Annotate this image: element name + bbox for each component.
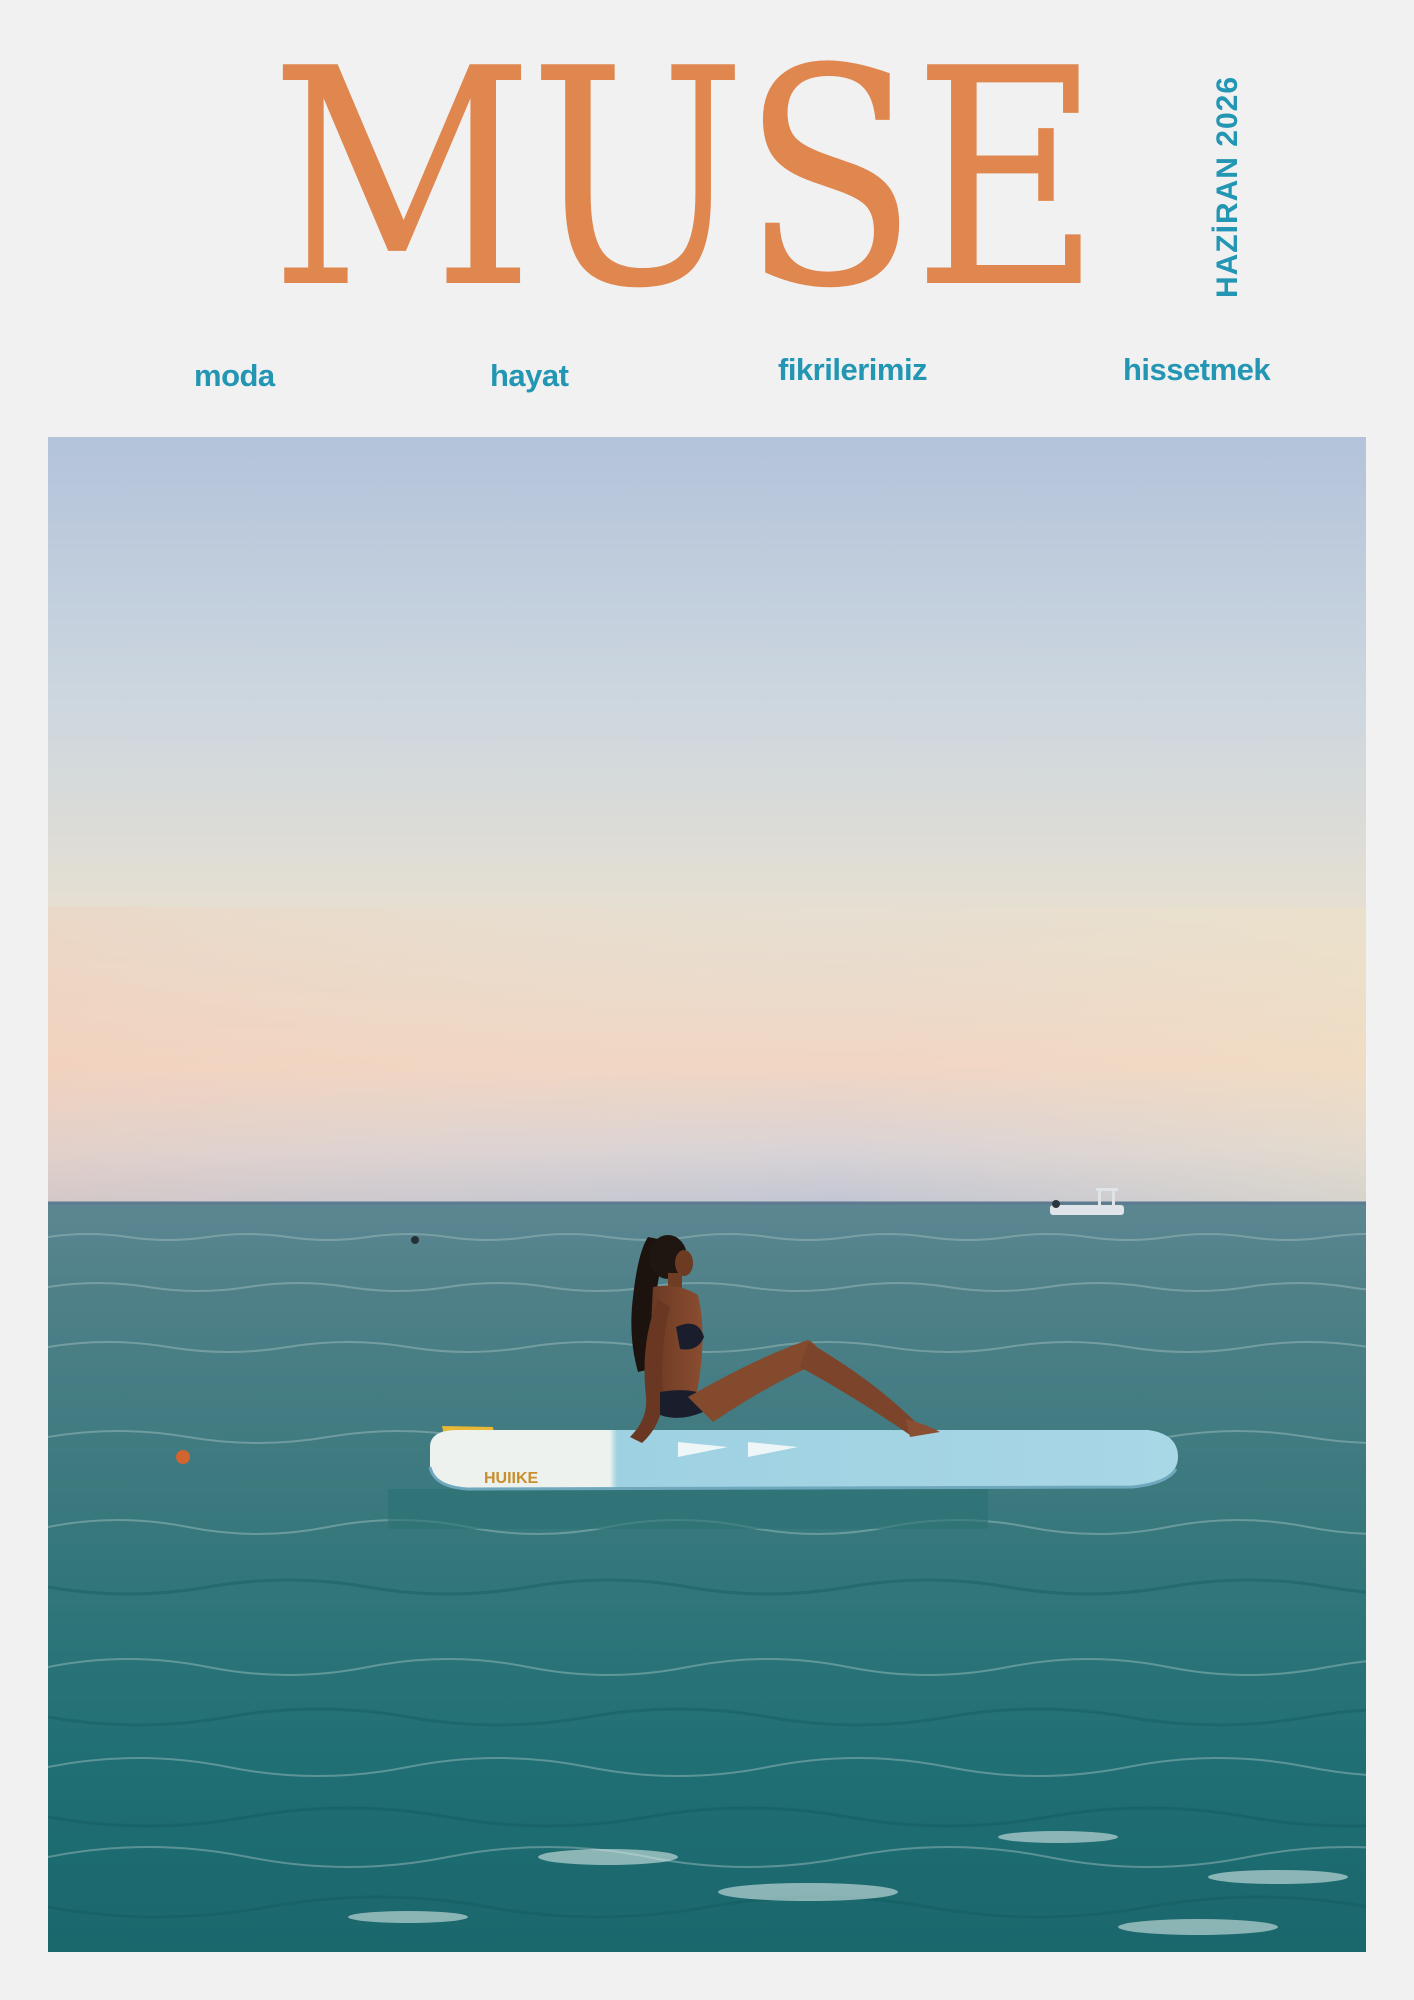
cover-photo: HUIIKE [48, 437, 1366, 1952]
nav-link-hayat[interactable]: hayat [490, 356, 569, 396]
magazine-title: MUSE [270, 5, 1101, 354]
nav-link-hissetmek[interactable]: hissetmek [1123, 350, 1271, 390]
board-brand: HUIIKE [484, 1470, 539, 1487]
nav-link-moda[interactable]: moda [194, 356, 275, 396]
cover-photo-illustration: HUIIKE [48, 437, 1366, 1952]
issue-date: HAZİRAN 2026 [1211, 75, 1244, 299]
paddle-board: HUIIKE [428, 1430, 1178, 1491]
nav-link-fikrilerimiz[interactable]: fikrilerimiz [778, 350, 928, 390]
